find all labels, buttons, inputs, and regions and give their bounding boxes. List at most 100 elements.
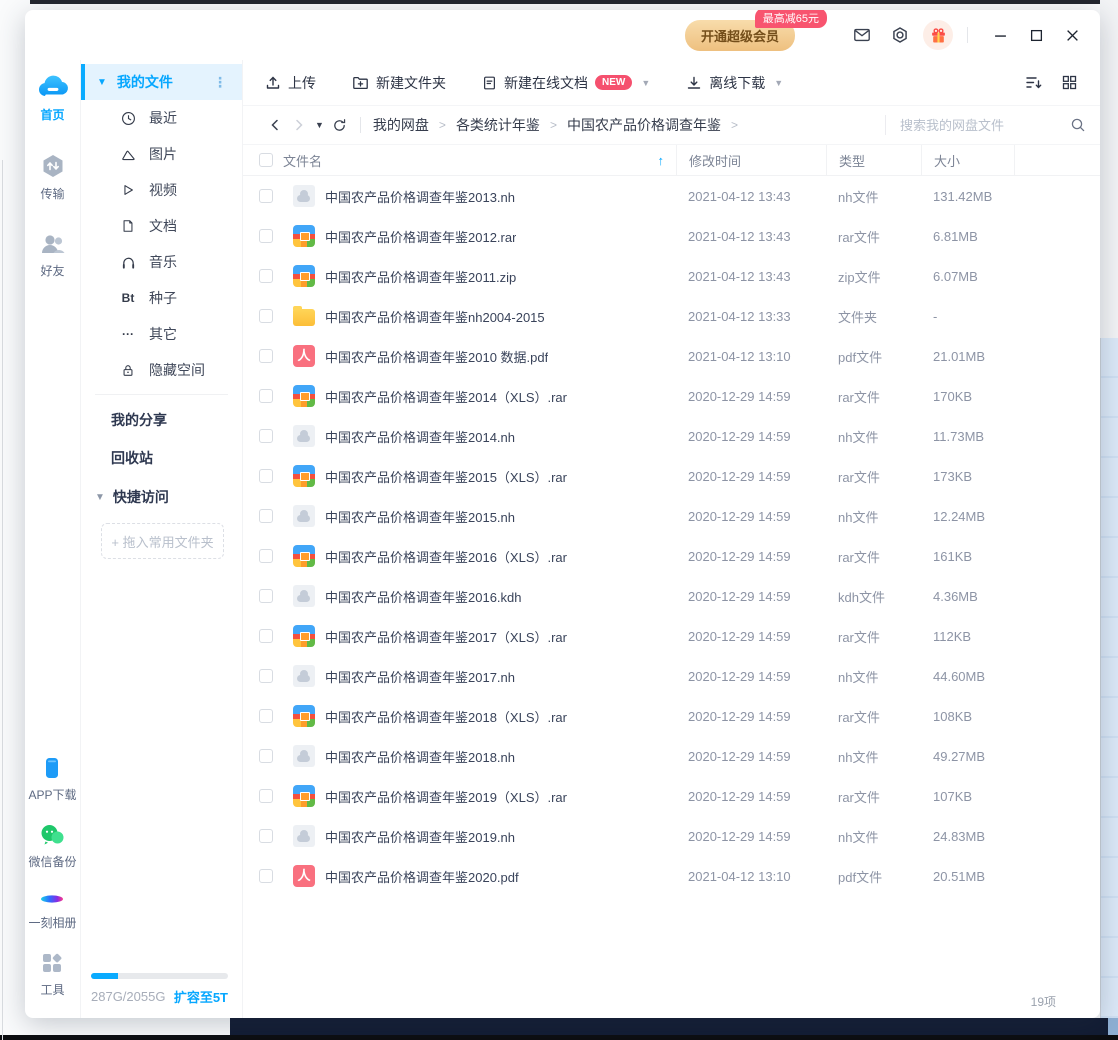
row-checkbox[interactable] xyxy=(259,589,273,603)
file-name[interactable]: 中国农产品价格调查年鉴2014.nh xyxy=(325,427,515,446)
history-dropdown-icon[interactable]: ▼ xyxy=(315,120,324,130)
file-name[interactable]: 中国农产品价格调查年鉴2017（XLS）.rar xyxy=(325,627,567,646)
rail-item-album[interactable]: 一刻相册 xyxy=(28,890,77,931)
sidebar-item-my-files[interactable]: ▼ 我的文件 ⋮ xyxy=(81,64,242,100)
file-name[interactable]: 中国农产品价格调查年鉴2012.rar xyxy=(325,227,516,246)
file-name[interactable]: 中国农产品价格调查年鉴2019.nh xyxy=(325,827,515,846)
sidebar-item-quick-access[interactable]: ▼ 快捷访问 xyxy=(81,477,242,517)
row-checkbox[interactable] xyxy=(259,229,273,243)
file-name[interactable]: 中国农产品价格调查年鉴2011.zip xyxy=(325,267,516,286)
file-name[interactable]: 中国农产品价格调查年鉴nh2004-2015 xyxy=(325,307,545,326)
table-row[interactable]: 中国农产品价格调查年鉴2016.kdh 2020-12-29 14:59 kdh… xyxy=(243,576,1100,616)
row-checkbox[interactable] xyxy=(259,349,273,363)
table-row[interactable]: 中国农产品价格调查年鉴2019.nh 2020-12-29 14:59 nh文件… xyxy=(243,816,1100,856)
row-checkbox[interactable] xyxy=(259,269,273,283)
file-name[interactable]: 中国农产品价格调查年鉴2013.nh xyxy=(325,187,515,206)
table-row[interactable]: 中国农产品价格调查年鉴2015（XLS）.rar 2020-12-29 14:5… xyxy=(243,456,1100,496)
sidebar-item-videos[interactable]: 视频 xyxy=(81,172,242,208)
new-folder-button[interactable]: 新建文件夹 xyxy=(352,73,446,93)
sidebar-item-images[interactable]: 图片 xyxy=(81,136,242,172)
row-checkbox[interactable] xyxy=(259,829,273,843)
file-name[interactable]: 中国农产品价格调查年鉴2018（XLS）.rar xyxy=(325,707,567,726)
table-row[interactable]: 中国农产品价格调查年鉴2017.nh 2020-12-29 14:59 nh文件… xyxy=(243,656,1100,696)
minimize-button[interactable] xyxy=(986,21,1014,49)
sidebar-item-recent[interactable]: 最近 xyxy=(81,100,242,136)
table-row[interactable]: 中国农产品价格调查年鉴2019（XLS）.rar 2020-12-29 14:5… xyxy=(243,776,1100,816)
row-checkbox[interactable] xyxy=(259,869,273,883)
header-type[interactable]: 类型 xyxy=(826,145,921,175)
row-checkbox[interactable] xyxy=(259,669,273,683)
drag-folder-drop-zone[interactable]: + 拖入常用文件夹 xyxy=(101,523,224,559)
sidebar-item-recycle-bin[interactable]: 回收站 xyxy=(81,439,242,477)
row-checkbox[interactable] xyxy=(259,709,273,723)
mail-icon[interactable] xyxy=(847,20,877,50)
gift-icon[interactable] xyxy=(923,20,953,50)
table-row[interactable]: 中国农产品价格调查年鉴2014（XLS）.rar 2020-12-29 14:5… xyxy=(243,376,1100,416)
table-row[interactable]: 中国农产品价格调查年鉴2015.nh 2020-12-29 14:59 nh文件… xyxy=(243,496,1100,536)
row-checkbox[interactable] xyxy=(259,789,273,803)
table-row[interactable]: 中国农产品价格调查年鉴2017（XLS）.rar 2020-12-29 14:5… xyxy=(243,616,1100,656)
sidebar-item-hidden-space[interactable]: 隐藏空间 xyxy=(81,352,242,388)
table-row[interactable]: 中国农产品价格调查年鉴2011.zip 2021-04-12 13:43 zip… xyxy=(243,256,1100,296)
breadcrumb-yearbooks[interactable]: 各类统计年鉴 xyxy=(456,115,540,135)
expand-storage-link[interactable]: 扩容至5T xyxy=(174,987,228,1006)
header-size[interactable]: 大小 xyxy=(921,145,1014,175)
new-online-doc-button[interactable]: 新建在线文档 NEW ▼ xyxy=(482,73,650,93)
upload-button[interactable]: 上传 xyxy=(265,73,316,93)
rail-item-friends[interactable]: 好友 xyxy=(39,232,67,279)
table-row[interactable]: 中国农产品价格调查年鉴2012.rar 2021-04-12 13:43 rar… xyxy=(243,216,1100,256)
rail-item-home[interactable]: 首页 xyxy=(35,74,71,123)
table-row[interactable]: 中国农产品价格调查年鉴2014.nh 2020-12-29 14:59 nh文件… xyxy=(243,416,1100,456)
file-name[interactable]: 中国农产品价格调查年鉴2017.nh xyxy=(325,667,515,686)
chevron-down-icon[interactable]: ▼ xyxy=(774,78,783,88)
row-checkbox[interactable] xyxy=(259,469,273,483)
forward-icon[interactable] xyxy=(287,113,311,137)
table-row[interactable]: 中国农产品价格调查年鉴nh2004-2015 2021-04-12 13:33 … xyxy=(243,296,1100,336)
row-checkbox[interactable] xyxy=(259,749,273,763)
table-row[interactable]: 中国农产品价格调查年鉴2010 数据.pdf 2021-04-12 13:10 … xyxy=(243,336,1100,376)
search-icon[interactable] xyxy=(1070,117,1086,133)
row-checkbox[interactable] xyxy=(259,429,273,443)
row-checkbox[interactable] xyxy=(259,549,273,563)
row-checkbox[interactable] xyxy=(259,189,273,203)
offline-download-button[interactable]: 离线下载 ▼ xyxy=(686,73,783,93)
refresh-icon[interactable] xyxy=(328,113,352,137)
file-name[interactable]: 中国农产品价格调查年鉴2015.nh xyxy=(325,507,515,526)
sidebar-item-music[interactable]: 音乐 xyxy=(81,244,242,280)
file-name[interactable]: 中国农产品价格调查年鉴2015（XLS）.rar xyxy=(325,467,567,486)
file-name[interactable]: 中国农产品价格调查年鉴2010 数据.pdf xyxy=(325,347,548,366)
sidebar-item-documents[interactable]: 文档 xyxy=(81,208,242,244)
row-checkbox[interactable] xyxy=(259,629,273,643)
file-name[interactable]: 中国农产品价格调查年鉴2014（XLS）.rar xyxy=(325,387,567,406)
rail-item-transfer[interactable]: 传输 xyxy=(40,153,66,202)
table-row[interactable]: 中国农产品价格调查年鉴2013.nh 2021-04-12 13:43 nh文件… xyxy=(243,176,1100,216)
table-row[interactable]: 中国农产品价格调查年鉴2016（XLS）.rar 2020-12-29 14:5… xyxy=(243,536,1100,576)
sort-ascending-icon[interactable]: ↑ xyxy=(658,153,665,168)
breadcrumb-current-folder[interactable]: 中国农产品价格调查年鉴 xyxy=(567,115,721,135)
file-name[interactable]: 中国农产品价格调查年鉴2019（XLS）.rar xyxy=(325,787,567,806)
sidebar-item-my-share[interactable]: 我的分享 xyxy=(81,401,242,439)
sidebar-item-torrents[interactable]: Bt 种子 xyxy=(81,280,242,316)
row-checkbox[interactable] xyxy=(259,389,273,403)
header-modified-time[interactable]: 修改时间 xyxy=(676,145,826,175)
rail-item-app-download[interactable]: APP下载 xyxy=(28,756,77,803)
more-options-icon[interactable]: ⋮ xyxy=(213,74,228,91)
chevron-down-icon[interactable]: ▼ xyxy=(95,492,105,503)
grid-view-icon[interactable] xyxy=(1056,70,1082,96)
close-button[interactable] xyxy=(1058,21,1086,49)
row-checkbox[interactable] xyxy=(259,309,273,323)
sort-order-icon[interactable] xyxy=(1020,70,1046,96)
chevron-down-icon[interactable]: ▼ xyxy=(641,78,650,88)
file-name[interactable]: 中国农产品价格调查年鉴2020.pdf xyxy=(325,867,519,886)
breadcrumb-my-drive[interactable]: 我的网盘 xyxy=(373,115,429,135)
rail-item-tools[interactable]: 工具 xyxy=(28,951,76,998)
file-name[interactable]: 中国农产品价格调查年鉴2016（XLS）.rar xyxy=(325,547,567,566)
back-icon[interactable] xyxy=(263,113,287,137)
select-all-checkbox[interactable] xyxy=(259,153,273,167)
header-file-name[interactable]: 文件名 xyxy=(283,151,322,170)
file-name[interactable]: 中国农产品价格调查年鉴2018.nh xyxy=(325,747,515,766)
maximize-button[interactable] xyxy=(1022,21,1050,49)
chevron-down-icon[interactable]: ▼ xyxy=(97,77,107,88)
table-row[interactable]: 中国农产品价格调查年鉴2018.nh 2020-12-29 14:59 nh文件… xyxy=(243,736,1100,776)
rail-item-wechat-backup[interactable]: 微信备份 xyxy=(28,823,77,870)
